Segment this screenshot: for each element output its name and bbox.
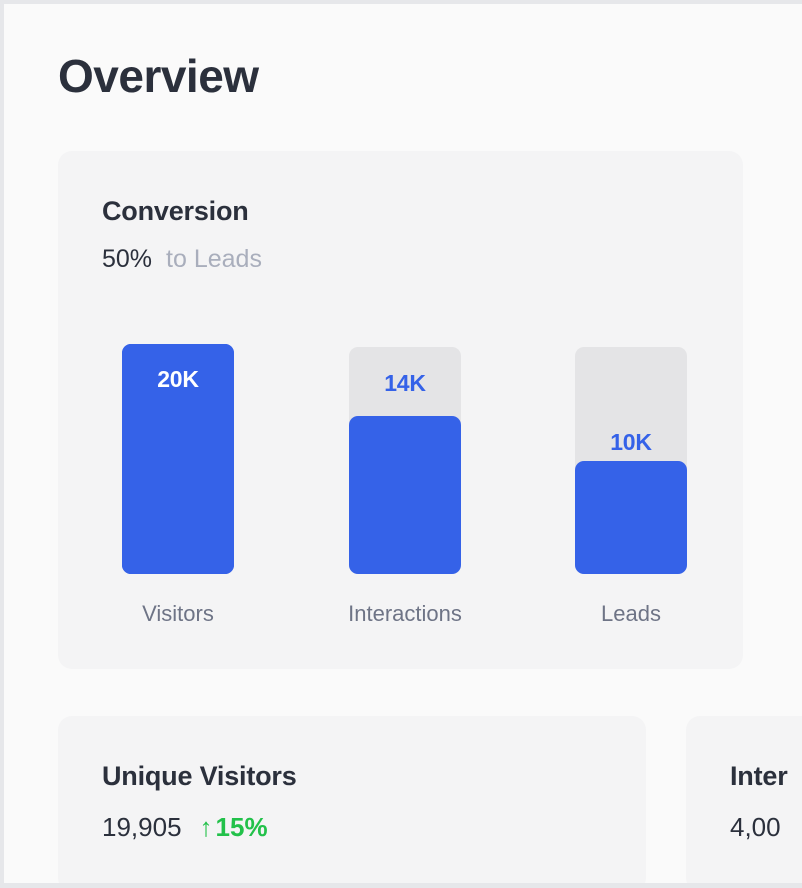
bar-label-leads: Leads xyxy=(601,601,661,626)
page-title: Overview xyxy=(58,50,259,102)
stat-card-value: 19,905 xyxy=(102,812,182,842)
bar-group-interactions[interactable]: 14K Interactions xyxy=(348,151,462,669)
stat-card-title: Unique Visitors xyxy=(102,761,297,791)
stat-card-metric-row: 19,905 ↑ 15% xyxy=(102,814,268,840)
bar-value-visitors: 20K xyxy=(157,366,199,392)
bar-value-leads: 10K xyxy=(610,429,652,455)
bar-label-interactions: Interactions xyxy=(348,601,462,626)
stat-card-value: 4,00 xyxy=(730,812,781,842)
overview-page: Overview Conversion 50% to Leads 20K Visi… xyxy=(0,0,802,888)
stat-card-delta-value: 15% xyxy=(215,812,268,842)
stat-card-delta: ↑ 15% xyxy=(200,812,268,842)
bar-label-visitors: Visitors xyxy=(142,601,214,626)
bar-fill-leads xyxy=(575,461,687,574)
bar-track-visitors: 20K xyxy=(122,344,234,574)
stat-card-metric-row: 4,00 xyxy=(730,814,781,840)
stat-card-interactions[interactable]: Inter 4,00 xyxy=(686,716,802,883)
conversion-bar-chart: 20K Visitors 14K Interactions 10K Leads xyxy=(58,151,743,669)
stat-card-title: Inter xyxy=(730,761,788,791)
conversion-card[interactable]: Conversion 50% to Leads 20K Visitors 14K … xyxy=(58,151,743,669)
bar-fill-interactions xyxy=(349,416,461,574)
stat-card-unique-visitors[interactable]: Unique Visitors 19,905 ↑ 15% xyxy=(58,716,646,883)
bar-track-leads: 10K xyxy=(575,347,687,574)
bar-value-interactions: 14K xyxy=(384,370,426,396)
bar-group-leads[interactable]: 10K Leads xyxy=(575,151,687,669)
arrow-up-icon: ↑ xyxy=(199,812,213,842)
bar-track-interactions: 14K xyxy=(349,347,461,574)
bar-group-visitors[interactable]: 20K Visitors xyxy=(122,151,234,669)
